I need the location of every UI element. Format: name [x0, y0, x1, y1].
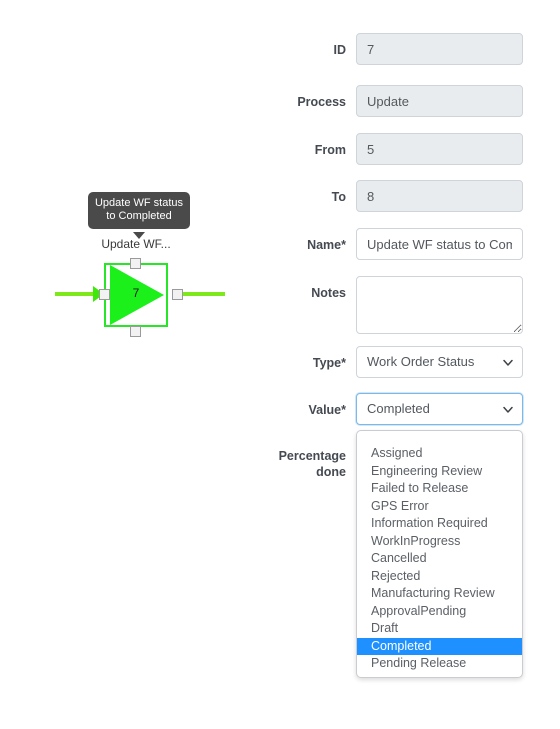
label-to: To [331, 190, 346, 204]
resize-handle-bottom[interactable] [130, 326, 141, 337]
outgoing-connector-line[interactable] [177, 292, 225, 296]
resize-handle-top[interactable] [130, 258, 141, 269]
dropdown-option[interactable]: Engineering Review [357, 463, 522, 481]
node-id-label: 7 [132, 286, 140, 300]
chevron-down-icon [503, 359, 513, 367]
node-tooltip: Update WF status to Completed [88, 192, 190, 229]
to-field[interactable] [356, 180, 523, 212]
value-select[interactable]: Completed [356, 393, 523, 425]
type-select-value: Work Order Status [367, 354, 475, 369]
dropdown-option[interactable]: ApprovalPending [357, 603, 522, 621]
dropdown-option[interactable]: Assigned [357, 445, 522, 463]
label-notes: Notes [311, 286, 346, 300]
dropdown-option[interactable]: Information Required [357, 515, 522, 533]
from-field[interactable] [356, 133, 523, 165]
value-select-value: Completed [367, 401, 430, 416]
dropdown-option[interactable]: GPS Error [357, 498, 522, 516]
label-process: Process [297, 95, 346, 109]
label-type: Type* [312, 356, 346, 370]
notes-field[interactable] [356, 276, 523, 334]
process-field[interactable] [356, 85, 523, 117]
dropdown-option[interactable]: Manufacturing Review [357, 585, 522, 603]
dropdown-option[interactable]: Failed to Release [357, 480, 522, 498]
dropdown-option[interactable]: Pending Release [357, 655, 522, 673]
dropdown-option[interactable]: Completed [357, 637, 522, 655]
id-field[interactable] [356, 33, 523, 65]
value-select-dropdown[interactable]: Assigned Engineering Review Failed to Rele… [356, 430, 523, 678]
resize-handle-left[interactable] [99, 289, 110, 300]
workflow-diagram-canvas[interactable]: Update WF status to Completed Update WF.… [0, 0, 256, 729]
properties-form: ID Process From To Name* Notes [256, 0, 560, 729]
label-id: ID [333, 43, 347, 57]
type-select[interactable]: Work Order Status [356, 346, 523, 378]
resize-handle-right[interactable] [172, 289, 183, 300]
label-from: From [314, 143, 346, 157]
name-field[interactable] [356, 228, 523, 260]
dropdown-option[interactable]: WorkInProgress [357, 533, 522, 551]
dropdown-option[interactable]: Cancelled [357, 550, 522, 568]
dropdown-option[interactable]: Rejected [357, 568, 522, 586]
node-label: Update WF... [101, 237, 171, 251]
chevron-down-icon [503, 406, 513, 414]
dropdown-option[interactable]: Draft [357, 620, 522, 638]
node-tooltip-text: Update WF status to Completed [94, 197, 184, 222]
label-percentage-done: Percentage done [278, 449, 346, 479]
label-value: Value* [308, 403, 346, 417]
label-name: Name* [307, 238, 346, 252]
